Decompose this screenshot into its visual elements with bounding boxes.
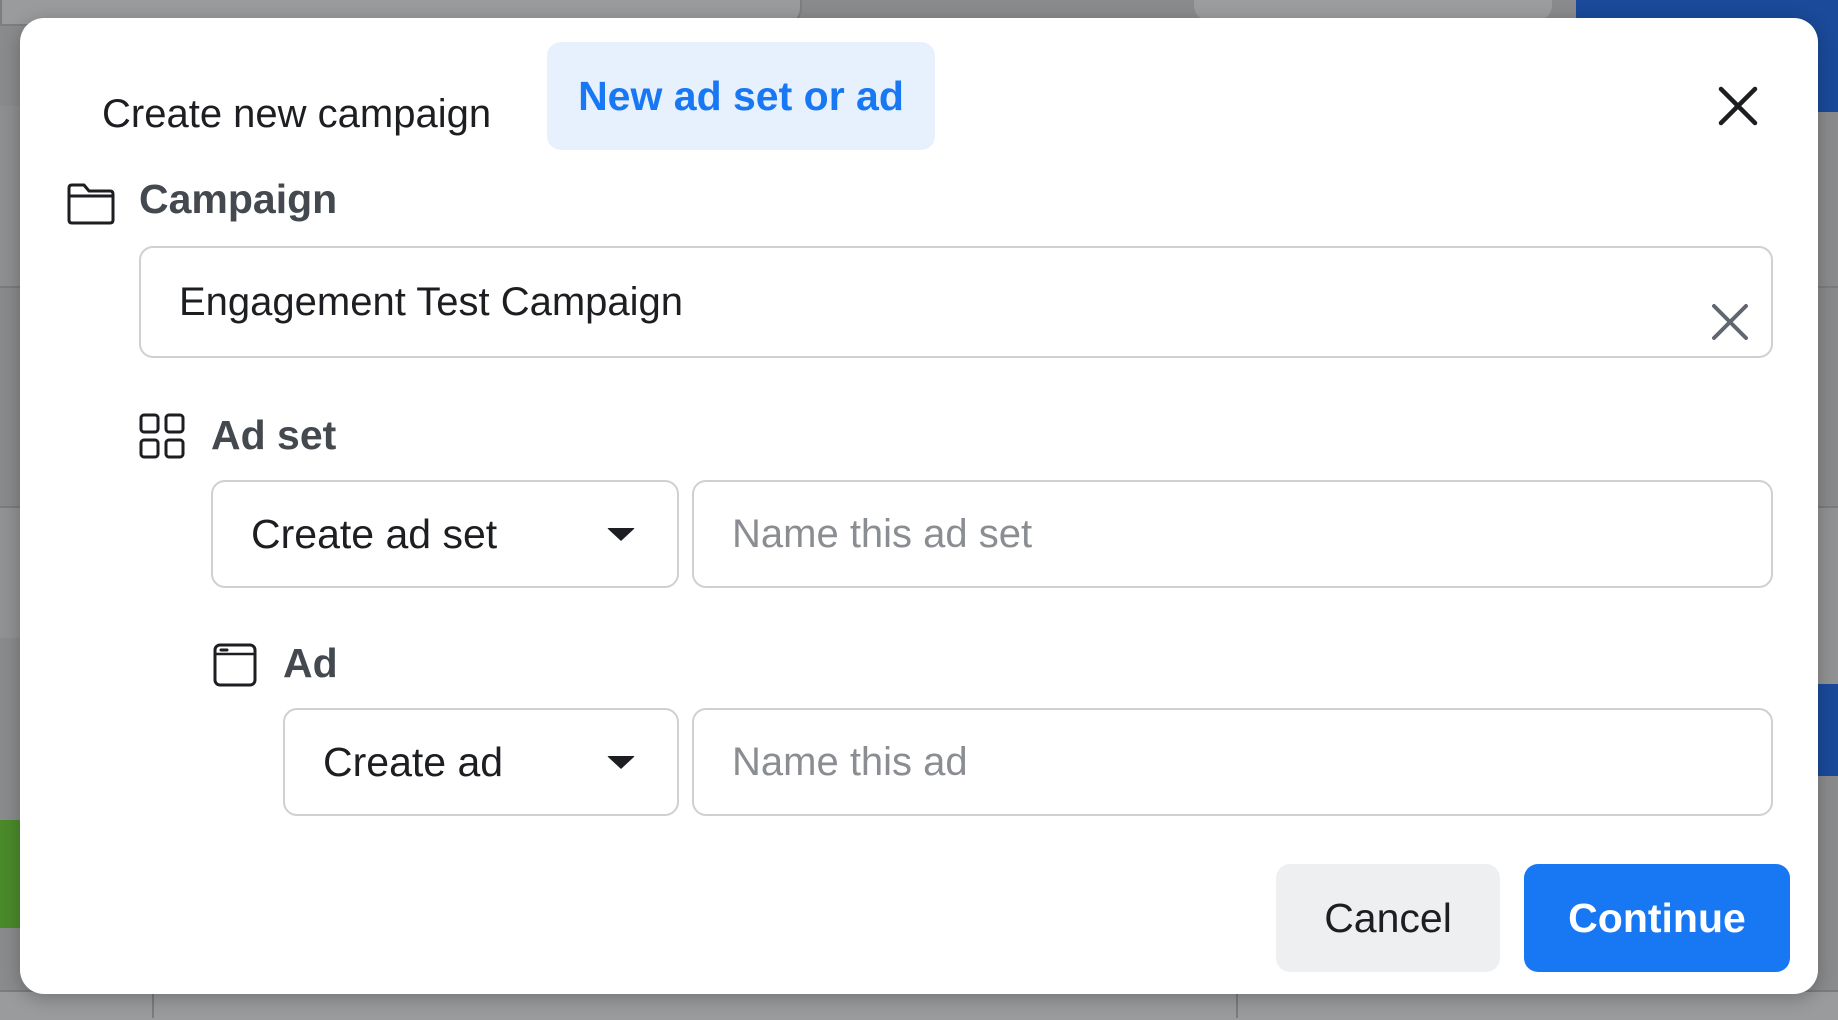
ad-set-dropdown[interactable]: Create ad set: [211, 480, 679, 588]
tab-create-new-campaign[interactable]: Create new campaign: [80, 62, 513, 166]
background-panel: [0, 106, 20, 286]
background-divider: [152, 990, 154, 1018]
caret-down-icon: [607, 755, 635, 769]
clear-campaign-button[interactable]: [1706, 298, 1754, 346]
ad-set-dropdown-value: Create ad set: [251, 510, 498, 557]
campaign-label: Campaign: [139, 176, 338, 222]
window-icon: [213, 643, 257, 687]
campaign-name-value: Engagement Test Campaign: [179, 279, 684, 324]
ad-label: Ad: [283, 640, 338, 686]
folder-icon: [67, 183, 115, 225]
cancel-button[interactable]: Cancel: [1276, 864, 1500, 972]
ad-set-name-placeholder: Name this ad set: [732, 511, 1033, 556]
background-pill: [1194, 0, 1552, 20]
background-row: [1818, 506, 1838, 688]
ad-dropdown[interactable]: Create ad: [283, 708, 679, 816]
background-panel: [0, 286, 20, 508]
tab-new-ad-set-or-ad[interactable]: New ad set or ad: [547, 42, 935, 150]
ad-name-field[interactable]: Name this ad: [692, 708, 1773, 816]
background-row: [0, 506, 20, 638]
background-blue-button: [1818, 684, 1838, 776]
clear-icon: [1712, 304, 1748, 340]
campaign-name-field[interactable]: Engagement Test Campaign: [139, 246, 1773, 358]
ad-set-name-field[interactable]: Name this ad set: [692, 480, 1773, 588]
background-green-button: [0, 820, 20, 928]
ad-name-placeholder: Name this ad: [732, 739, 968, 784]
background-divider: [1236, 990, 1238, 1018]
caret-down-icon: [607, 527, 635, 541]
create-dialog: Create new campaign New ad set or ad Cam…: [20, 18, 1818, 994]
grid-icon: [139, 413, 185, 459]
background-panel: [1818, 286, 1838, 508]
ad-set-label: Ad set: [211, 412, 337, 458]
background-footer: [0, 990, 1838, 1020]
close-button[interactable]: [1702, 70, 1774, 142]
continue-button[interactable]: Continue: [1524, 864, 1790, 972]
close-icon: [1718, 86, 1758, 126]
ad-dropdown-value: Create ad: [323, 738, 504, 785]
